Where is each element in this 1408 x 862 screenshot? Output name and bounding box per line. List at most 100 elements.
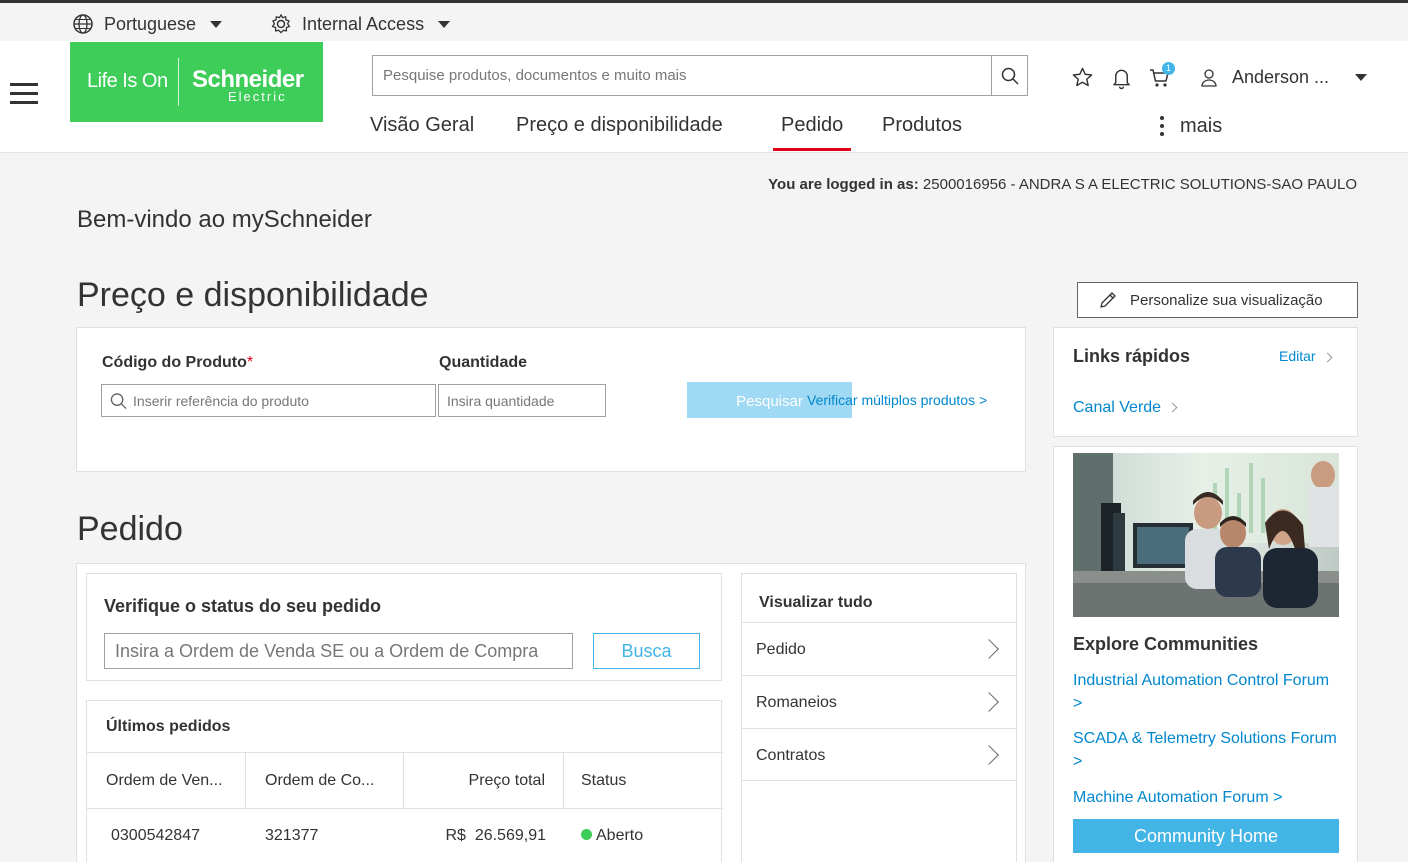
latest-orders-box: Últimos pedidos Ordem de Ven... Ordem de…	[86, 700, 723, 862]
view-all-romaneios[interactable]: Romaneios	[742, 675, 1016, 728]
community-link-label: SCADA & Telemetry Solutions Forum	[1073, 730, 1337, 747]
total-amount: 26.569,91	[474, 827, 546, 844]
user-icon	[1201, 68, 1217, 87]
latest-orders-title: Últimos pedidos	[106, 718, 231, 735]
view-all-pedido[interactable]: Pedido	[742, 622, 1016, 675]
pencil-icon	[1100, 292, 1116, 308]
notifications-button[interactable]	[1110, 66, 1133, 95]
chevron-right-icon	[979, 639, 999, 659]
logo-sub: Electric	[228, 89, 287, 104]
chevron-right-icon	[1167, 402, 1178, 413]
communities-title: Explore Communities	[1073, 634, 1259, 654]
global-search-input[interactable]	[373, 56, 991, 95]
community-link-industrial-automation[interactable]: Industrial Automation Control Forum >	[1073, 669, 1329, 715]
total-price-value: R$ 26.569,91	[404, 809, 546, 862]
view-all-box: Visualizar tudo Pedido Romaneios Contrat…	[741, 573, 1017, 862]
logged-in-info: You are logged in as: 2500016956 - ANDRA…	[768, 176, 1357, 193]
community-link-label: Industrial Automation Control Forum	[1073, 672, 1330, 689]
communities-card: Explore Communities Industrial Automatio…	[1053, 446, 1358, 862]
quick-link-canal-verde[interactable]: Canal Verde	[1073, 399, 1178, 417]
view-all-item-label: Romaneios	[756, 694, 837, 711]
nav-produtos[interactable]: Produtos	[882, 114, 962, 137]
product-code-label: Código do Produto*	[102, 354, 254, 371]
quick-links-card: Links rápidos Editar Canal Verde	[1053, 327, 1358, 437]
access-selector[interactable]: Internal Access	[270, 13, 451, 35]
order-status-title: Verifique o status do seu pedido	[104, 596, 382, 616]
status-dot-icon	[581, 829, 592, 840]
logo-divider	[178, 58, 179, 106]
search-icon	[110, 392, 127, 409]
order-status-field	[104, 633, 573, 669]
global-search	[372, 55, 1028, 96]
personalize-view-button[interactable]: Personalize sua visualização	[1077, 282, 1358, 318]
sales-order-link[interactable]: 0300542847	[111, 809, 200, 862]
order-status-input[interactable]	[105, 634, 572, 668]
price-availability-card: Código do Produto* Quantidade Pesquisar …	[76, 327, 1026, 472]
edit-quick-links-button[interactable]: Editar	[1279, 348, 1333, 364]
order-status-box: Verifique o status do seu pedido Busca	[86, 573, 722, 681]
welcome-heading: Bem-vindo ao mySchneider	[77, 206, 372, 233]
search-icon	[1001, 67, 1019, 85]
nav-pedido[interactable]: Pedido	[772, 114, 852, 151]
view-all-contratos[interactable]: Contratos	[742, 728, 1016, 781]
view-all-item-label: Contratos	[756, 747, 826, 764]
order-card: Verifique o status do seu pedido Busca Ú…	[76, 563, 1026, 862]
schneider-logo[interactable]: Life Is On Schneider Electric	[70, 42, 323, 122]
quick-links-title: Links rápidos	[1073, 346, 1191, 366]
language-selector[interactable]: Portuguese	[72, 13, 223, 35]
community-link-machine-automation[interactable]: Machine Automation Forum >	[1073, 786, 1282, 809]
column-header-purchase-order[interactable]: Ordem de Co...	[246, 753, 404, 809]
chevron-down-icon	[210, 20, 223, 28]
chevron-right-icon	[1322, 352, 1333, 363]
cart-button[interactable]: 1	[1148, 62, 1175, 95]
personalize-label: Personalize sua visualização	[1130, 291, 1323, 309]
kebab-icon	[1160, 114, 1164, 138]
community-link-scada-telemetry[interactable]: SCADA & Telemetry Solutions Forum >	[1073, 727, 1337, 773]
access-label: Internal Access	[302, 13, 425, 34]
nav-more-label: mais	[1180, 114, 1223, 137]
quantity-input[interactable]	[439, 385, 605, 416]
chevron-down-icon	[1355, 74, 1368, 81]
quick-link-label: Canal Verde	[1073, 399, 1162, 416]
view-all-title: Visualizar tudo	[759, 594, 873, 611]
menu-icon[interactable]	[10, 83, 38, 105]
chevron-down-icon	[438, 20, 451, 28]
cart-count-badge: 1	[1162, 62, 1175, 75]
user-menu[interactable]: Anderson ...	[1200, 67, 1368, 88]
verify-multiple-products-link[interactable]: Verificar múltiplos produtos >	[807, 392, 987, 408]
globe-icon	[73, 14, 93, 34]
bell-icon	[1113, 69, 1130, 90]
column-header-status[interactable]: Status	[564, 753, 723, 809]
price-section-title: Preço e disponibilidade	[77, 276, 429, 314]
order-status-search-button[interactable]: Busca	[593, 633, 700, 669]
view-all-item-label: Pedido	[756, 641, 806, 658]
gear-icon	[271, 13, 291, 34]
star-icon	[1072, 67, 1093, 87]
favorites-button[interactable]	[1071, 66, 1094, 94]
edit-label: Editar	[1279, 348, 1316, 364]
community-link-arrow: >	[1073, 695, 1083, 712]
nav-more[interactable]: mais	[1160, 114, 1222, 138]
column-header-total-price[interactable]: Preço total	[404, 753, 564, 809]
orders-table-header: Ordem de Ven... Ordem de Co... Preço tot…	[87, 752, 723, 809]
column-header-sales-order[interactable]: Ordem de Ven...	[87, 753, 246, 809]
chevron-right-icon	[979, 692, 999, 712]
office-team-photo	[1073, 453, 1339, 617]
required-marker: *	[246, 354, 254, 371]
product-code-field	[101, 384, 436, 417]
product-code-input[interactable]	[127, 385, 435, 416]
quantity-label: Quantidade	[439, 354, 528, 371]
logged-in-account: 2500016956 - ANDRA S A ELECTRIC SOLUTION…	[922, 176, 1357, 193]
order-status-value: Aberto	[581, 809, 643, 862]
nav-visao-geral[interactable]: Visão Geral	[370, 114, 474, 137]
community-home-button[interactable]: Community Home	[1073, 819, 1339, 853]
utility-bar: Portuguese Internal Access	[0, 3, 1408, 41]
order-section-title: Pedido	[77, 510, 183, 548]
nav-preco-disponibilidade[interactable]: Preço e disponibilidade	[516, 114, 723, 137]
site-header: Life Is On Schneider Electric 1 Anderson…	[0, 41, 1408, 153]
logo-tagline: Life Is On	[87, 70, 168, 92]
community-link-label: Machine Automation Forum >	[1073, 789, 1283, 806]
chevron-right-icon	[979, 745, 999, 765]
search-button[interactable]	[991, 56, 1027, 95]
currency-label: R$	[445, 827, 466, 844]
